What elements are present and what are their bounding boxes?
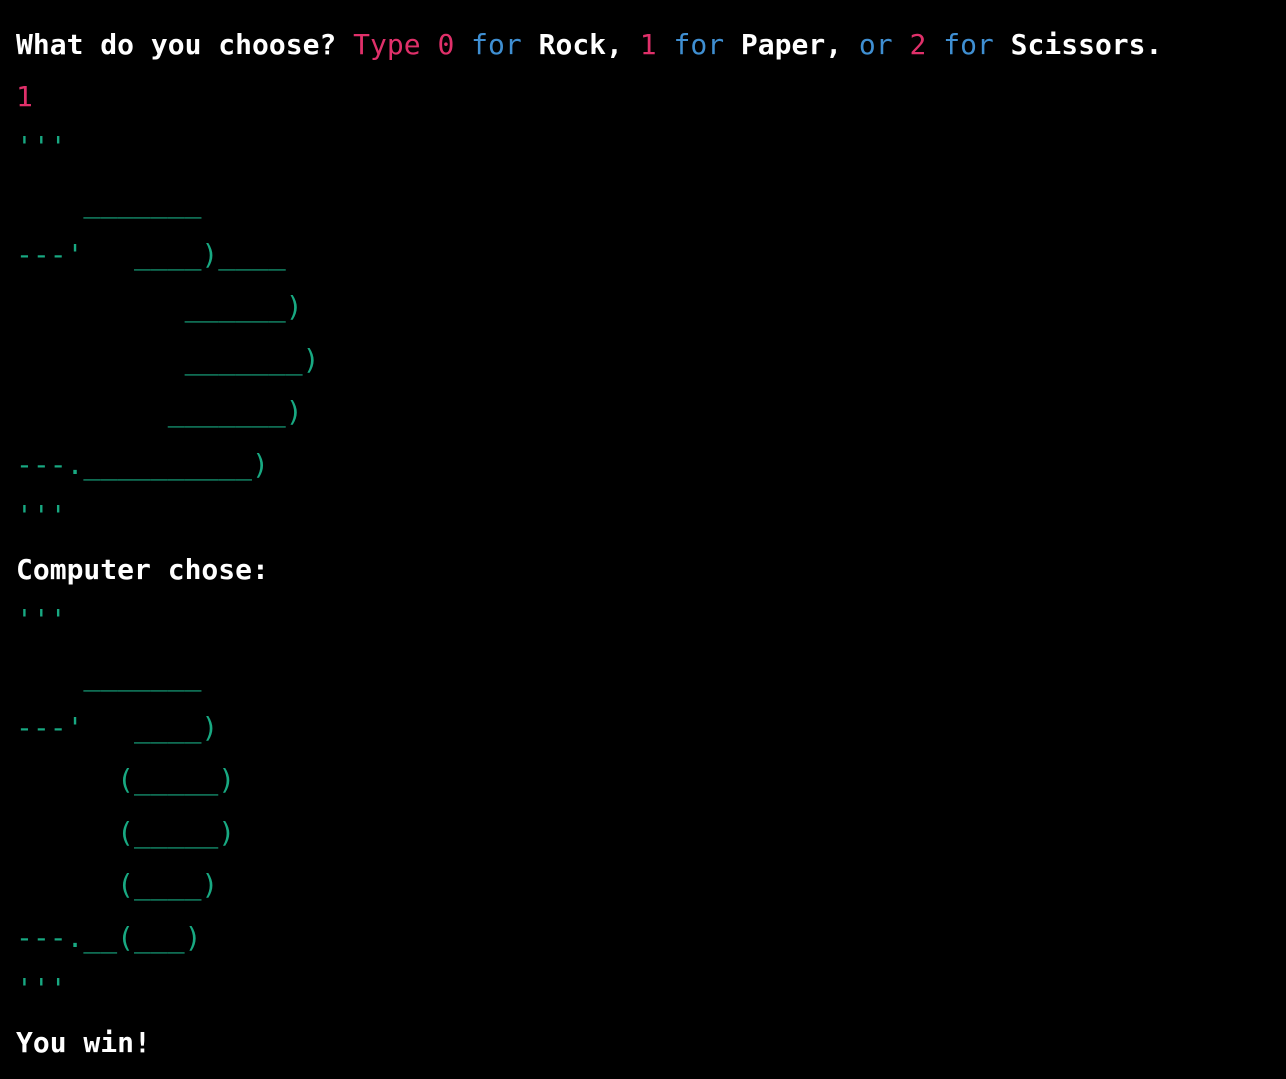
prompt-rock: Rock, [521,28,640,61]
prompt-keyword-for: for [471,28,522,61]
prompt-question: What do you choose? [16,28,354,61]
prompt-paper: Paper, [724,28,859,61]
computer-art-line: _______ [16,659,202,692]
prompt-keyword-for: for [943,28,994,61]
terminal-window: What do you choose? Type 0 for Rock, 1 f… [0,0,1286,1079]
computer-art-line: ---' ____) [16,711,219,744]
prompt-option-2: 2 [892,28,944,61]
result-message: You win! [16,1026,151,1059]
user-input[interactable]: 1 [16,80,33,114]
user-art-line: ''' [16,499,67,532]
computer-chose-label: Computer chose: [16,553,269,586]
user-art-line: _______) [16,395,303,428]
computer-art-line: (_____) [16,763,236,796]
computer-art-line: (_____) [16,816,236,849]
computer-art-line: (____) [16,868,219,901]
user-art-line: ______) [16,290,303,323]
user-art-line: ''' [16,130,67,163]
prompt-keyword-or: or [858,28,893,61]
prompt-option-0: Type 0 [353,28,472,61]
prompt-option-1: 1 [639,28,674,61]
computer-art-line: ---.__(___) [16,921,202,954]
user-art-line: ---' ____)____ [16,238,286,271]
prompt-keyword-for: for [673,28,725,61]
computer-art-line: ''' [16,972,67,1005]
computer-art-line: ''' [16,603,67,636]
user-art-line: _______) [16,343,320,376]
prompt-scissors: Scissors. [993,28,1163,61]
user-art-line: _______ [16,186,202,219]
prompt-line: What do you choose? Type 0 for Rock, 1 f… [16,28,1162,62]
user-art-line: ---.__________) [16,448,269,481]
